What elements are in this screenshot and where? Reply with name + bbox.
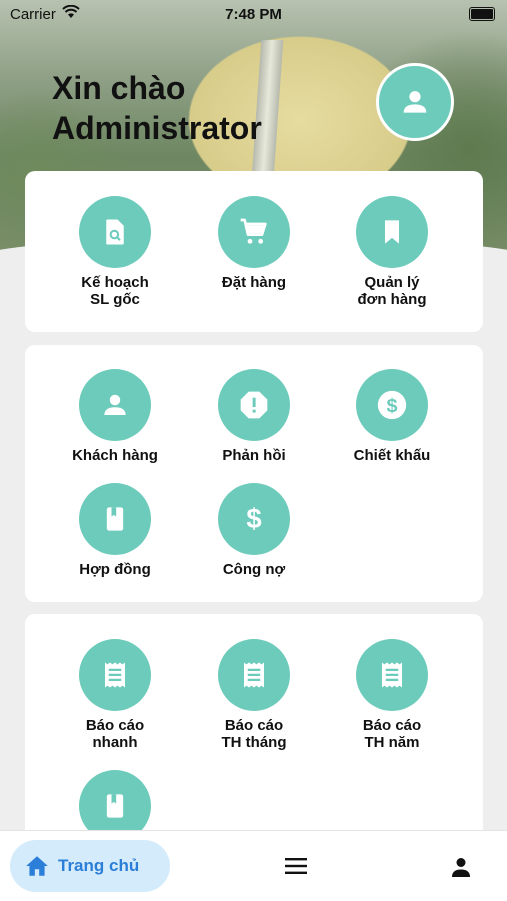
tile-label: Hợp đồng [79,561,151,578]
clock: 7:48 PM [225,6,282,23]
tile-label: Công nợ [222,561,286,578]
dollar-circle-icon: $ [356,369,428,441]
tile-bao-cao-nhanh[interactable]: Báo cáo nhanh [40,639,190,751]
tile-quan-ly-don-hang[interactable]: Quản lý đơn hàng [317,196,467,308]
avatar-button[interactable] [376,63,454,141]
tile-bao-cao-th-thang[interactable]: Báo cáo TH tháng [179,639,329,751]
receipt-icon [79,639,151,711]
svg-text:$: $ [386,395,397,417]
nav-home-button[interactable]: Trang chủ [10,840,170,892]
menu-icon [285,858,307,874]
nav-home-label: Trang chủ [58,856,140,875]
person-icon [403,91,427,113]
receipt-icon [218,639,290,711]
nav-menu-button[interactable] [284,857,308,880]
tile-cong-no[interactable]: $ Công nợ [179,483,329,578]
file-search-icon [79,196,151,268]
greeting-line-hello: Xin chào [52,70,186,106]
status-bar: Carrier 7:48 PM [0,0,507,28]
card-planning: Kế hoạch SL gốc Đặt hàng Quản lý đơn hàn… [25,171,483,332]
greeting-line-name: Administrator [52,110,262,146]
book-icon [79,483,151,555]
card-reports: Báo cáo nhanh Báo cáo TH tháng Báo cáo T… [25,614,483,854]
tile-label: Kế hoạch SL gốc [81,274,149,308]
bookmark-icon [356,196,428,268]
tile-chiet-khau[interactable]: $ Chiết khấu [317,369,467,464]
alert-octagon-icon [218,369,290,441]
tile-khach-hang[interactable]: Khách hàng [40,369,190,464]
bottom-nav: Trang chủ [0,830,507,901]
receipt-icon [356,639,428,711]
tile-label: Phản hồi [222,447,286,464]
tile-dat-hang[interactable]: Đặt hàng [179,196,329,291]
tile-bao-cao-th-nam[interactable]: Báo cáo TH năm [317,639,467,751]
tile-phan-hoi[interactable]: Phản hồi [179,369,329,464]
tile-ke-hoach-sl-goc[interactable]: Kế hoạch SL gốc [40,196,190,308]
tile-label: Chiết khấu [353,447,431,464]
tile-label: Báo cáo nhanh [85,717,145,751]
greeting: Xin chào Administrator [52,68,262,148]
home-icon [26,856,48,876]
cart-icon [218,196,290,268]
person-icon [79,369,151,441]
battery-icon [469,7,495,21]
dollar-icon: $ [218,483,290,555]
person-icon [452,858,470,877]
card-customers: Khách hàng Phản hồi $ Chiết khấu Hợp đồn… [25,345,483,602]
tile-label: Quản lý đơn hàng [357,274,427,308]
tile-hop-dong[interactable]: Hợp đồng [40,483,190,578]
tile-label: Đặt hàng [221,274,287,291]
svg-text:$: $ [246,503,261,534]
tile-label: Báo cáo TH tháng [221,717,287,751]
tile-label: Báo cáo TH năm [362,717,422,751]
nav-profile-button[interactable] [449,855,473,884]
tile-label: Khách hàng [72,447,158,464]
